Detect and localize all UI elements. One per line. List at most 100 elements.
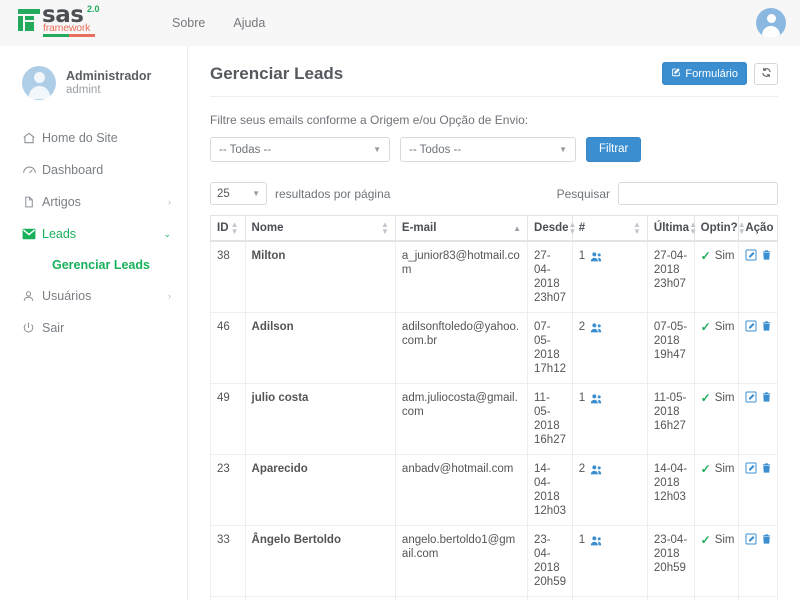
- document-icon: [22, 195, 42, 209]
- sidebar-subitem-gerenciar-leads[interactable]: Gerenciar Leads: [0, 250, 187, 280]
- cell-acao: [738, 312, 778, 384]
- sidebar-item-home-do-site[interactable]: Home do Site: [0, 122, 187, 154]
- column-header-nome[interactable]: Nome ▲ ▼: [244, 215, 396, 242]
- refresh-button[interactable]: [754, 62, 778, 85]
- cell-optin: ✓Sim: [693, 383, 740, 455]
- cell-count: 2: [571, 454, 648, 526]
- sidebar-user-block: Administrador admint: [0, 60, 187, 106]
- search-label: Pesquisar: [556, 186, 610, 201]
- cell-nome: Milton: [244, 240, 396, 313]
- leads-table: ID ▲ ▼ Nome ▲ ▼ E-mail ▲ Desde ▲ ▼ # ▲ ▼…: [210, 215, 778, 600]
- user-icon: [22, 289, 42, 303]
- cell-email: anbadv@hotmail.com: [394, 454, 529, 526]
- trash-icon[interactable]: [761, 320, 772, 332]
- column-header-optin[interactable]: Optin? ▲ ▼: [693, 215, 746, 242]
- refresh-icon: [761, 66, 772, 81]
- filtrar-button[interactable]: Filtrar: [586, 137, 642, 162]
- cell-ultima: 27-04- 2018 23h07: [646, 240, 695, 313]
- trash-icon[interactable]: [761, 533, 772, 545]
- cell-optin: ✓Sim: [693, 454, 740, 526]
- main-content: Gerenciar Leads Formulário Filtre seus e…: [188, 46, 800, 600]
- column-header-email[interactable]: E-mail ▲: [394, 215, 529, 242]
- trash-icon[interactable]: [761, 391, 772, 403]
- edit-icon[interactable]: [745, 249, 757, 261]
- cell-count: 2: [571, 312, 648, 384]
- edit-icon[interactable]: [745, 320, 757, 332]
- sort-icon: ▲ ▼: [381, 220, 389, 236]
- cell-id: 36: [210, 596, 246, 600]
- column-header-count[interactable]: # ▲ ▼: [571, 215, 648, 242]
- table-row: 36Andréaaz.pms@hotmail.com26-04-201822h4…: [210, 596, 778, 600]
- cell-email: angelo.bertoldo1@gmail.com: [394, 525, 529, 597]
- sidebar-item-leads[interactable]: Leads ⌄: [0, 218, 187, 250]
- group-icon[interactable]: [590, 251, 603, 262]
- cell-desde: 23-04- 2018 20h59: [527, 525, 573, 597]
- sort-icon: ▲ ▼: [230, 220, 239, 236]
- column-header-label: Desde: [534, 222, 569, 234]
- origem-select-value: -- Todas --: [219, 143, 272, 156]
- edit-icon[interactable]: [745, 391, 757, 403]
- cell-id: 49: [210, 383, 246, 455]
- table-row: 38 Milton a_junior83@hotmail.com 27-04- 2018…: [210, 240, 778, 313]
- optin-value: Sim: [714, 463, 735, 475]
- cell-nome: Ângelo Bertoldo: [244, 525, 396, 597]
- trash-icon[interactable]: [761, 462, 772, 474]
- chevron-down-icon: ▼: [252, 189, 260, 198]
- cell-acao: [738, 596, 778, 600]
- search-input[interactable]: [618, 182, 778, 205]
- table-row: 33 Ângelo Bertoldo angelo.bertoldo1@gmail.…: [210, 525, 778, 597]
- check-icon: ✓: [700, 320, 711, 334]
- cell-ultima: 07-05- 2018 19h47: [646, 312, 695, 384]
- optin-value: Sim: [714, 321, 735, 333]
- edit-icon[interactable]: [745, 462, 757, 474]
- column-header-label: Ação: [745, 222, 774, 234]
- edit-icon[interactable]: [745, 533, 757, 545]
- sidebar-subitem-label: Gerenciar Leads: [52, 258, 150, 272]
- brand-logo[interactable]: sas 2.0 framework: [18, 4, 126, 41]
- column-header-ultima[interactable]: Última ▲ ▼: [646, 215, 697, 242]
- group-icon[interactable]: [590, 464, 603, 475]
- sidebar-item-label: Usuários: [42, 289, 92, 303]
- table-row: 49 julio costa adm.juliocosta@gmail.com 11-…: [210, 383, 778, 455]
- origem-select[interactable]: -- Todas -- ▼: [210, 137, 390, 162]
- sidebar-item-dashboard[interactable]: Dashboard: [0, 154, 187, 186]
- group-icon[interactable]: [590, 535, 603, 546]
- cell-desde: 14-04- 2018 12h03: [527, 454, 573, 526]
- cell-desde: 11-05- 2018 16h27: [527, 383, 573, 455]
- cell-email: adilsonftoledo@yahoo.com.br: [394, 312, 529, 384]
- nav-link-ajuda[interactable]: Ajuda: [233, 16, 265, 30]
- page-length-select[interactable]: 25 ▼: [210, 182, 267, 205]
- top-navbar: sas 2.0 framework Sobre Ajuda: [0, 0, 800, 46]
- cell-email: az.pms@hotmail.com: [394, 596, 529, 600]
- logo-underline: [43, 34, 95, 37]
- page-title: Gerenciar Leads: [210, 63, 344, 83]
- column-header-desde[interactable]: Desde ▲ ▼: [527, 215, 576, 242]
- group-icon[interactable]: [590, 322, 603, 333]
- column-header-id[interactable]: ID ▲ ▼: [210, 215, 246, 242]
- cell-acao: [738, 240, 778, 313]
- formulario-button[interactable]: Formulário: [662, 62, 747, 85]
- cell-nome: Andréa: [244, 596, 396, 600]
- sidebar-item-artigos[interactable]: Artigos ›: [0, 186, 187, 218]
- chevron-down-icon: ⌄: [163, 228, 171, 239]
- home-icon: [22, 131, 42, 145]
- user-avatar-icon[interactable]: [756, 8, 786, 38]
- pencil-square-icon: [671, 67, 681, 80]
- sort-icon: ▲ ▼: [568, 220, 577, 236]
- cell-id: 38: [210, 240, 246, 313]
- envio-select[interactable]: -- Todos -- ▼: [400, 137, 576, 162]
- cell-count: 1: [571, 240, 648, 313]
- filter-row: -- Todas -- ▼ -- Todos -- ▼ Filtrar: [210, 137, 778, 162]
- cell-optin: ✓Sim: [693, 312, 740, 384]
- nav-link-sobre[interactable]: Sobre: [172, 16, 205, 30]
- sidebar-item-usuarios[interactable]: Usuários ›: [0, 280, 187, 312]
- column-header-label: E-mail: [401, 222, 437, 234]
- trash-icon[interactable]: [761, 249, 772, 261]
- group-icon[interactable]: [590, 393, 603, 404]
- logo-version-text: 2.0: [87, 4, 100, 14]
- cell-count: 1: [571, 596, 648, 600]
- sidebar-item-sair[interactable]: Sair: [0, 312, 187, 344]
- sidebar-item-label: Leads: [42, 227, 77, 241]
- cell-nome: Adilson: [244, 312, 396, 384]
- cell-optin: ✓Sim: [693, 596, 740, 600]
